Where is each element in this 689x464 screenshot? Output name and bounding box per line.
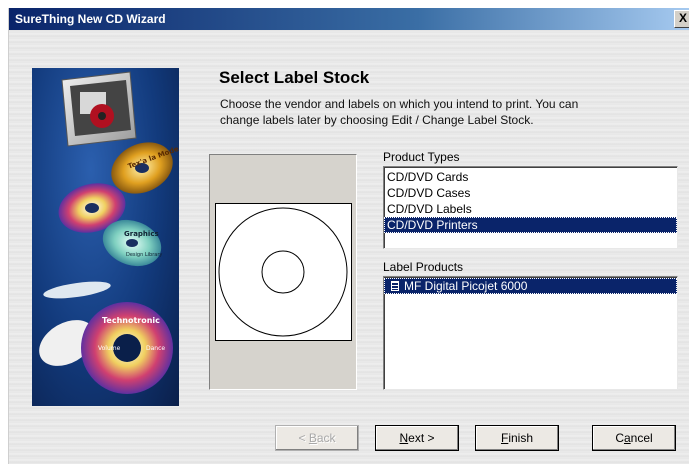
product-types-list[interactable]: CD/DVD Cards CD/DVD Cases CD/DVD Labels … — [383, 166, 678, 249]
product-types-label: Product Types — [383, 150, 460, 164]
cancel-label-start: C — [615, 431, 624, 445]
page-description: Choose the vendor and labels on which yo… — [220, 97, 579, 127]
cd-hub-icon — [261, 250, 305, 294]
back-arrow: < — [298, 431, 309, 445]
cancel-accel: a — [623, 431, 631, 445]
back-button[interactable]: < Back — [275, 425, 359, 451]
window-title: SureThing New CD Wizard — [15, 12, 166, 26]
list-item[interactable]: CD/DVD Cases — [384, 185, 677, 201]
next-accel: N — [399, 431, 409, 445]
close-icon[interactable]: X — [674, 10, 689, 28]
wizard-window: SureThing New CD Wizard X Technotronic V… — [8, 8, 689, 464]
list-item[interactable]: CD/DVD Cards — [384, 169, 677, 185]
label-products-list[interactable]: MF Digital Picojet 6000 — [383, 276, 678, 390]
list-item-selected[interactable]: CD/DVD Printers — [384, 217, 677, 233]
cancel-button[interactable]: Cancel — [592, 425, 676, 451]
list-item[interactable]: CD/DVD Labels — [384, 201, 677, 217]
page-title: Select Label Stock — [219, 68, 370, 87]
list-item-label: MF Digital Picojet 6000 — [404, 279, 528, 293]
disc-text: Dance — [146, 345, 165, 352]
label-products-label: Label Products — [383, 260, 464, 274]
back-accel: B — [308, 431, 317, 445]
next-button[interactable]: Next > — [375, 425, 459, 451]
label-preview — [209, 154, 357, 390]
finish-label-rest: inish — [508, 431, 534, 445]
disc-text: Technotronic — [102, 316, 160, 325]
list-item-selected[interactable]: MF Digital Picojet 6000 — [384, 278, 677, 294]
finish-button[interactable]: Finish — [475, 425, 559, 451]
title-bar[interactable]: SureThing New CD Wizard X — [9, 8, 689, 30]
disc-text: Graphics — [124, 230, 159, 238]
next-label-rest: ext — [408, 431, 425, 445]
document-icon — [391, 281, 399, 291]
back-label-rest: ack — [316, 431, 336, 445]
cd-outline-icon — [218, 207, 348, 337]
next-arrow: > — [424, 431, 435, 445]
disc-text: Design Library — [126, 252, 162, 258]
cancel-label-rest: ncel — [630, 431, 653, 445]
wizard-banner-image: Technotronic Volume Dance Graphics Desig… — [32, 68, 179, 406]
disc-text: Volume — [98, 345, 121, 352]
cd-label-preview — [215, 203, 352, 341]
